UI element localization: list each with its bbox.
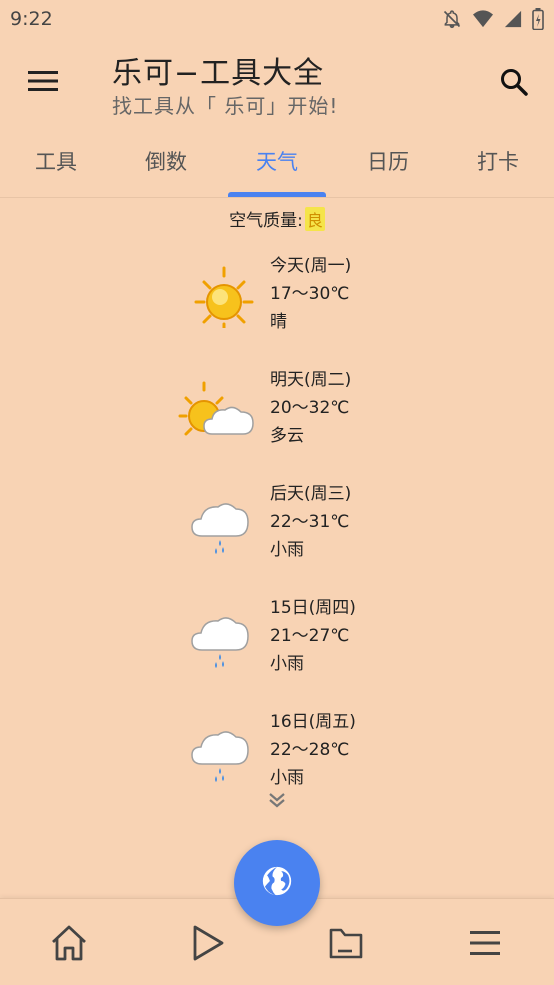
forecast-text: 后天(周三) 22～31℃ 小雨 — [270, 480, 351, 564]
forecast-condition: 晴 — [270, 312, 287, 332]
forecast-day: 15日(周四) — [270, 598, 356, 618]
tab-tools[interactable]: 工具 — [6, 146, 106, 176]
forecast-condition: 小雨 — [270, 540, 304, 560]
globe-icon — [260, 864, 294, 902]
light-rain-icon — [176, 490, 256, 556]
double-chevron-down-icon[interactable] — [268, 792, 286, 812]
forecast-text: 16日(周五) 22～28℃ 小雨 — [270, 708, 356, 792]
forecast-temp: 22～31℃ — [270, 512, 350, 532]
forecast-day: 后天(周三) — [270, 484, 352, 504]
status-icons — [442, 8, 544, 30]
forecast-condition: 小雨 — [270, 768, 304, 788]
forecast-text: 15日(周四) 21～27℃ 小雨 — [270, 594, 356, 678]
status-time: 9:22 — [10, 8, 53, 30]
battery-icon — [532, 8, 544, 30]
forecast-item: 明天(周二) 20～32℃ 多云 — [0, 366, 554, 466]
hamburger-menu-icon[interactable] — [22, 60, 64, 102]
air-quality-badge: 良 — [304, 207, 325, 231]
tab-countdown[interactable]: 倒数 — [116, 146, 216, 176]
forecast-day: 今天(周一) — [270, 256, 352, 276]
partly-cloudy-icon — [176, 376, 256, 442]
tab-bar: 工具 倒数 天气 日历 打卡 — [0, 128, 554, 198]
forecast-temp: 21～27℃ — [270, 626, 350, 646]
app-subtitle: 找工具从「 乐可」开始! — [112, 94, 339, 118]
forecast-item: 后天(周三) 22～31℃ 小雨 — [0, 480, 554, 580]
forecast-item: 今天(周一) 17～30℃ 晴 — [0, 252, 554, 352]
tab-calendar[interactable]: 日历 — [338, 146, 438, 176]
notifications-off-icon — [442, 9, 462, 29]
search-icon[interactable] — [494, 62, 534, 102]
wifi-icon — [472, 9, 494, 29]
air-quality: 空气质量: 良 — [0, 206, 554, 231]
forecast-condition: 多云 — [270, 426, 304, 446]
forecast-item: 15日(周四) 21～27℃ 小雨 — [0, 594, 554, 694]
light-rain-icon — [176, 604, 256, 670]
sunny-icon — [176, 262, 256, 334]
folder-icon[interactable] — [324, 921, 368, 965]
signal-icon — [504, 9, 522, 29]
tab-checkin[interactable]: 打卡 — [448, 146, 548, 176]
forecast-temp: 20～32℃ — [270, 398, 350, 418]
air-quality-label: 空气质量: — [229, 211, 303, 231]
home-icon[interactable] — [47, 921, 91, 965]
forecast-condition: 小雨 — [270, 654, 304, 674]
tab-weather[interactable]: 天气 — [227, 146, 327, 176]
app-bar: 乐可−工具大全 找工具从「 乐可」开始! — [0, 38, 554, 128]
forecast-text: 明天(周二) 20～32℃ 多云 — [270, 366, 351, 450]
forecast-day: 明天(周二) — [270, 370, 352, 390]
menu-icon[interactable] — [463, 921, 507, 965]
forecast-day: 16日(周五) — [270, 712, 356, 732]
tab-indicator — [228, 192, 326, 197]
forecast-text: 今天(周一) 17～30℃ 晴 — [270, 252, 351, 336]
forecast-temp: 22～28℃ — [270, 740, 350, 760]
light-rain-icon — [176, 718, 256, 784]
status-bar: 9:22 — [0, 0, 554, 38]
app-title: 乐可−工具大全 — [112, 56, 325, 91]
play-icon[interactable] — [185, 921, 229, 965]
globe-fab-button[interactable] — [234, 840, 320, 926]
forecast-temp: 17～30℃ — [270, 284, 350, 304]
